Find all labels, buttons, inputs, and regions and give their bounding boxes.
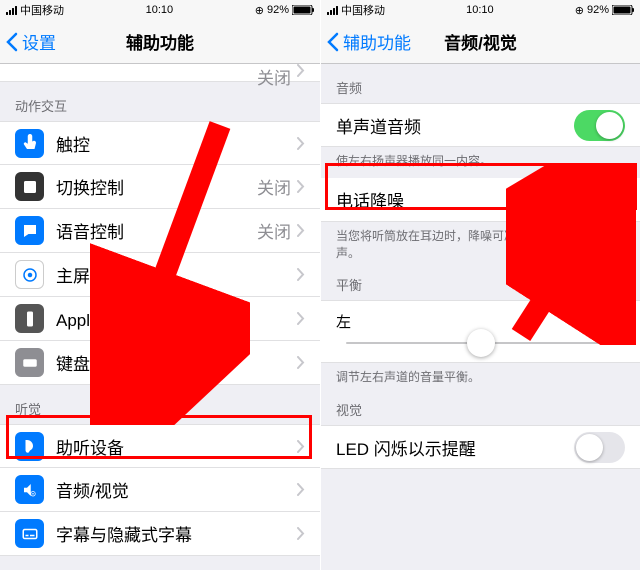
cell-partial[interactable]: 关闭 <box>0 64 320 82</box>
cell-hearing-devices[interactable]: 助听设备 <box>0 424 320 468</box>
page-title: 音频/视觉 <box>444 29 517 54</box>
mono-audio-switch[interactable] <box>574 110 625 141</box>
label: 音频/视觉 <box>56 477 297 502</box>
battery-pct: 92% <box>267 4 289 16</box>
battery-icon <box>612 5 634 15</box>
carrier-label: 中国移动 <box>341 2 385 18</box>
slider-thumb[interactable] <box>467 329 495 357</box>
battery-pct: 92% <box>587 4 609 16</box>
cell-home-button[interactable]: 主屏幕按钮 <box>0 253 320 297</box>
back-button[interactable]: 设置 <box>6 29 56 54</box>
noise-cancel-switch[interactable] <box>574 184 625 215</box>
chevron-left-icon <box>6 32 18 52</box>
chevron-right-icon <box>297 64 305 77</box>
label: 键盘 <box>56 350 297 375</box>
cell-keyboards[interactable]: 键盘 <box>0 341 320 385</box>
chevron-right-icon <box>297 180 305 193</box>
cell-mono-audio: 单声道音频 <box>321 103 640 147</box>
cell-audio-visual[interactable]: 音频/视觉 <box>0 468 320 512</box>
chevron-right-icon <box>297 356 305 369</box>
status-bar: 中国移动 10:10 ⊕92% <box>321 0 640 20</box>
home-button-icon <box>15 260 44 289</box>
label: LED 闪烁以示提醒 <box>336 435 574 460</box>
cell-subtitles[interactable]: 字幕与隐藏式字幕 <box>0 512 320 556</box>
audio-visual-icon <box>15 475 44 504</box>
cell-switch-control[interactable]: 切换控制 关闭 <box>0 165 320 209</box>
chevron-right-icon <box>297 527 305 540</box>
nav-bar: 辅助功能 音频/视觉 <box>321 20 640 64</box>
cell-led-flash[interactable]: LED 闪烁以示提醒 <box>321 425 640 469</box>
balance-slider[interactable] <box>346 342 615 344</box>
label: 触控 <box>56 131 297 156</box>
chevron-right-icon <box>297 440 305 453</box>
cell-phone-noise-cancel: 电话降噪 <box>321 178 640 222</box>
label: 助听设备 <box>56 434 297 459</box>
label: 主屏幕按钮 <box>56 262 297 287</box>
apple-tv-remote-icon <box>15 304 44 333</box>
screen-audio-visual: 中国移动 10:10 ⊕92% 辅助功能 音频/视觉 音频 单声道音频 使左右扬… <box>320 0 640 570</box>
detail: 关闭 <box>257 218 291 243</box>
ear-icon <box>15 432 44 461</box>
led-flash-switch[interactable] <box>574 432 625 463</box>
clock: 10:10 <box>146 4 174 16</box>
label: 切换控制 <box>56 174 257 199</box>
carrier-label: 中国移动 <box>20 2 64 18</box>
chevron-left-icon <box>327 32 339 52</box>
page-title: 辅助功能 <box>126 29 194 54</box>
label: 语音控制 <box>56 218 257 243</box>
chevron-right-icon <box>297 137 305 150</box>
label: 单声道音频 <box>336 113 574 138</box>
balance-slider-row: 左 右 <box>321 300 640 363</box>
noise-note: 当您将听筒放在耳边时，降噪可减少电话中的环境噪声。 <box>321 222 640 270</box>
voice-control-icon <box>15 216 44 245</box>
label: Apple TV 遥控器 <box>56 306 297 331</box>
mono-note: 使左右扬声器播放同一内容。 <box>321 147 640 178</box>
cell-voice-control[interactable]: 语音控制 关闭 <box>0 209 320 253</box>
label: 电话降噪 <box>336 187 574 212</box>
chevron-right-icon <box>297 483 305 496</box>
detail: 关闭 <box>257 174 291 199</box>
section-header-general: 通用 <box>0 556 320 570</box>
section-header-visual: 视觉 <box>321 394 640 425</box>
section-header-balance: 平衡 <box>321 269 640 300</box>
clock: 10:10 <box>466 4 494 16</box>
touch-icon <box>15 129 44 158</box>
balance-left-label: 左 <box>336 311 351 332</box>
subtitles-icon <box>15 519 44 548</box>
signal-icon <box>327 6 338 15</box>
keyboard-icon <box>15 348 44 377</box>
content[interactable]: 关闭 动作交互 触控 切换控制 关闭 语音控制 关闭 主屏幕按钮 Apple T… <box>0 64 320 570</box>
nav-bar: 设置 辅助功能 <box>0 20 320 64</box>
section-header-audio: 音频 <box>321 64 640 103</box>
label: 字幕与隐藏式字幕 <box>56 521 297 546</box>
battery-icon <box>292 5 314 15</box>
screen-accessibility: 中国移动 10:10 ⊕92% 设置 辅助功能 关闭 动作交互 触控 切换控制 … <box>0 0 320 570</box>
balance-note: 调节左右声道的音量平衡。 <box>321 363 640 394</box>
content[interactable]: 音频 单声道音频 使左右扬声器播放同一内容。 电话降噪 当您将听筒放在耳边时，降… <box>321 64 640 570</box>
chevron-right-icon <box>297 268 305 281</box>
switch-control-icon <box>15 172 44 201</box>
section-header-hearing: 听觉 <box>0 385 320 424</box>
status-bar: 中国移动 10:10 ⊕92% <box>0 0 320 20</box>
signal-icon <box>6 6 17 15</box>
balance-right-label: 右 <box>610 311 625 332</box>
chevron-right-icon <box>297 312 305 325</box>
chevron-right-icon <box>297 224 305 237</box>
cell-apple-tv-remote[interactable]: Apple TV 遥控器 <box>0 297 320 341</box>
cell-touch[interactable]: 触控 <box>0 121 320 165</box>
back-button[interactable]: 辅助功能 <box>327 29 411 54</box>
